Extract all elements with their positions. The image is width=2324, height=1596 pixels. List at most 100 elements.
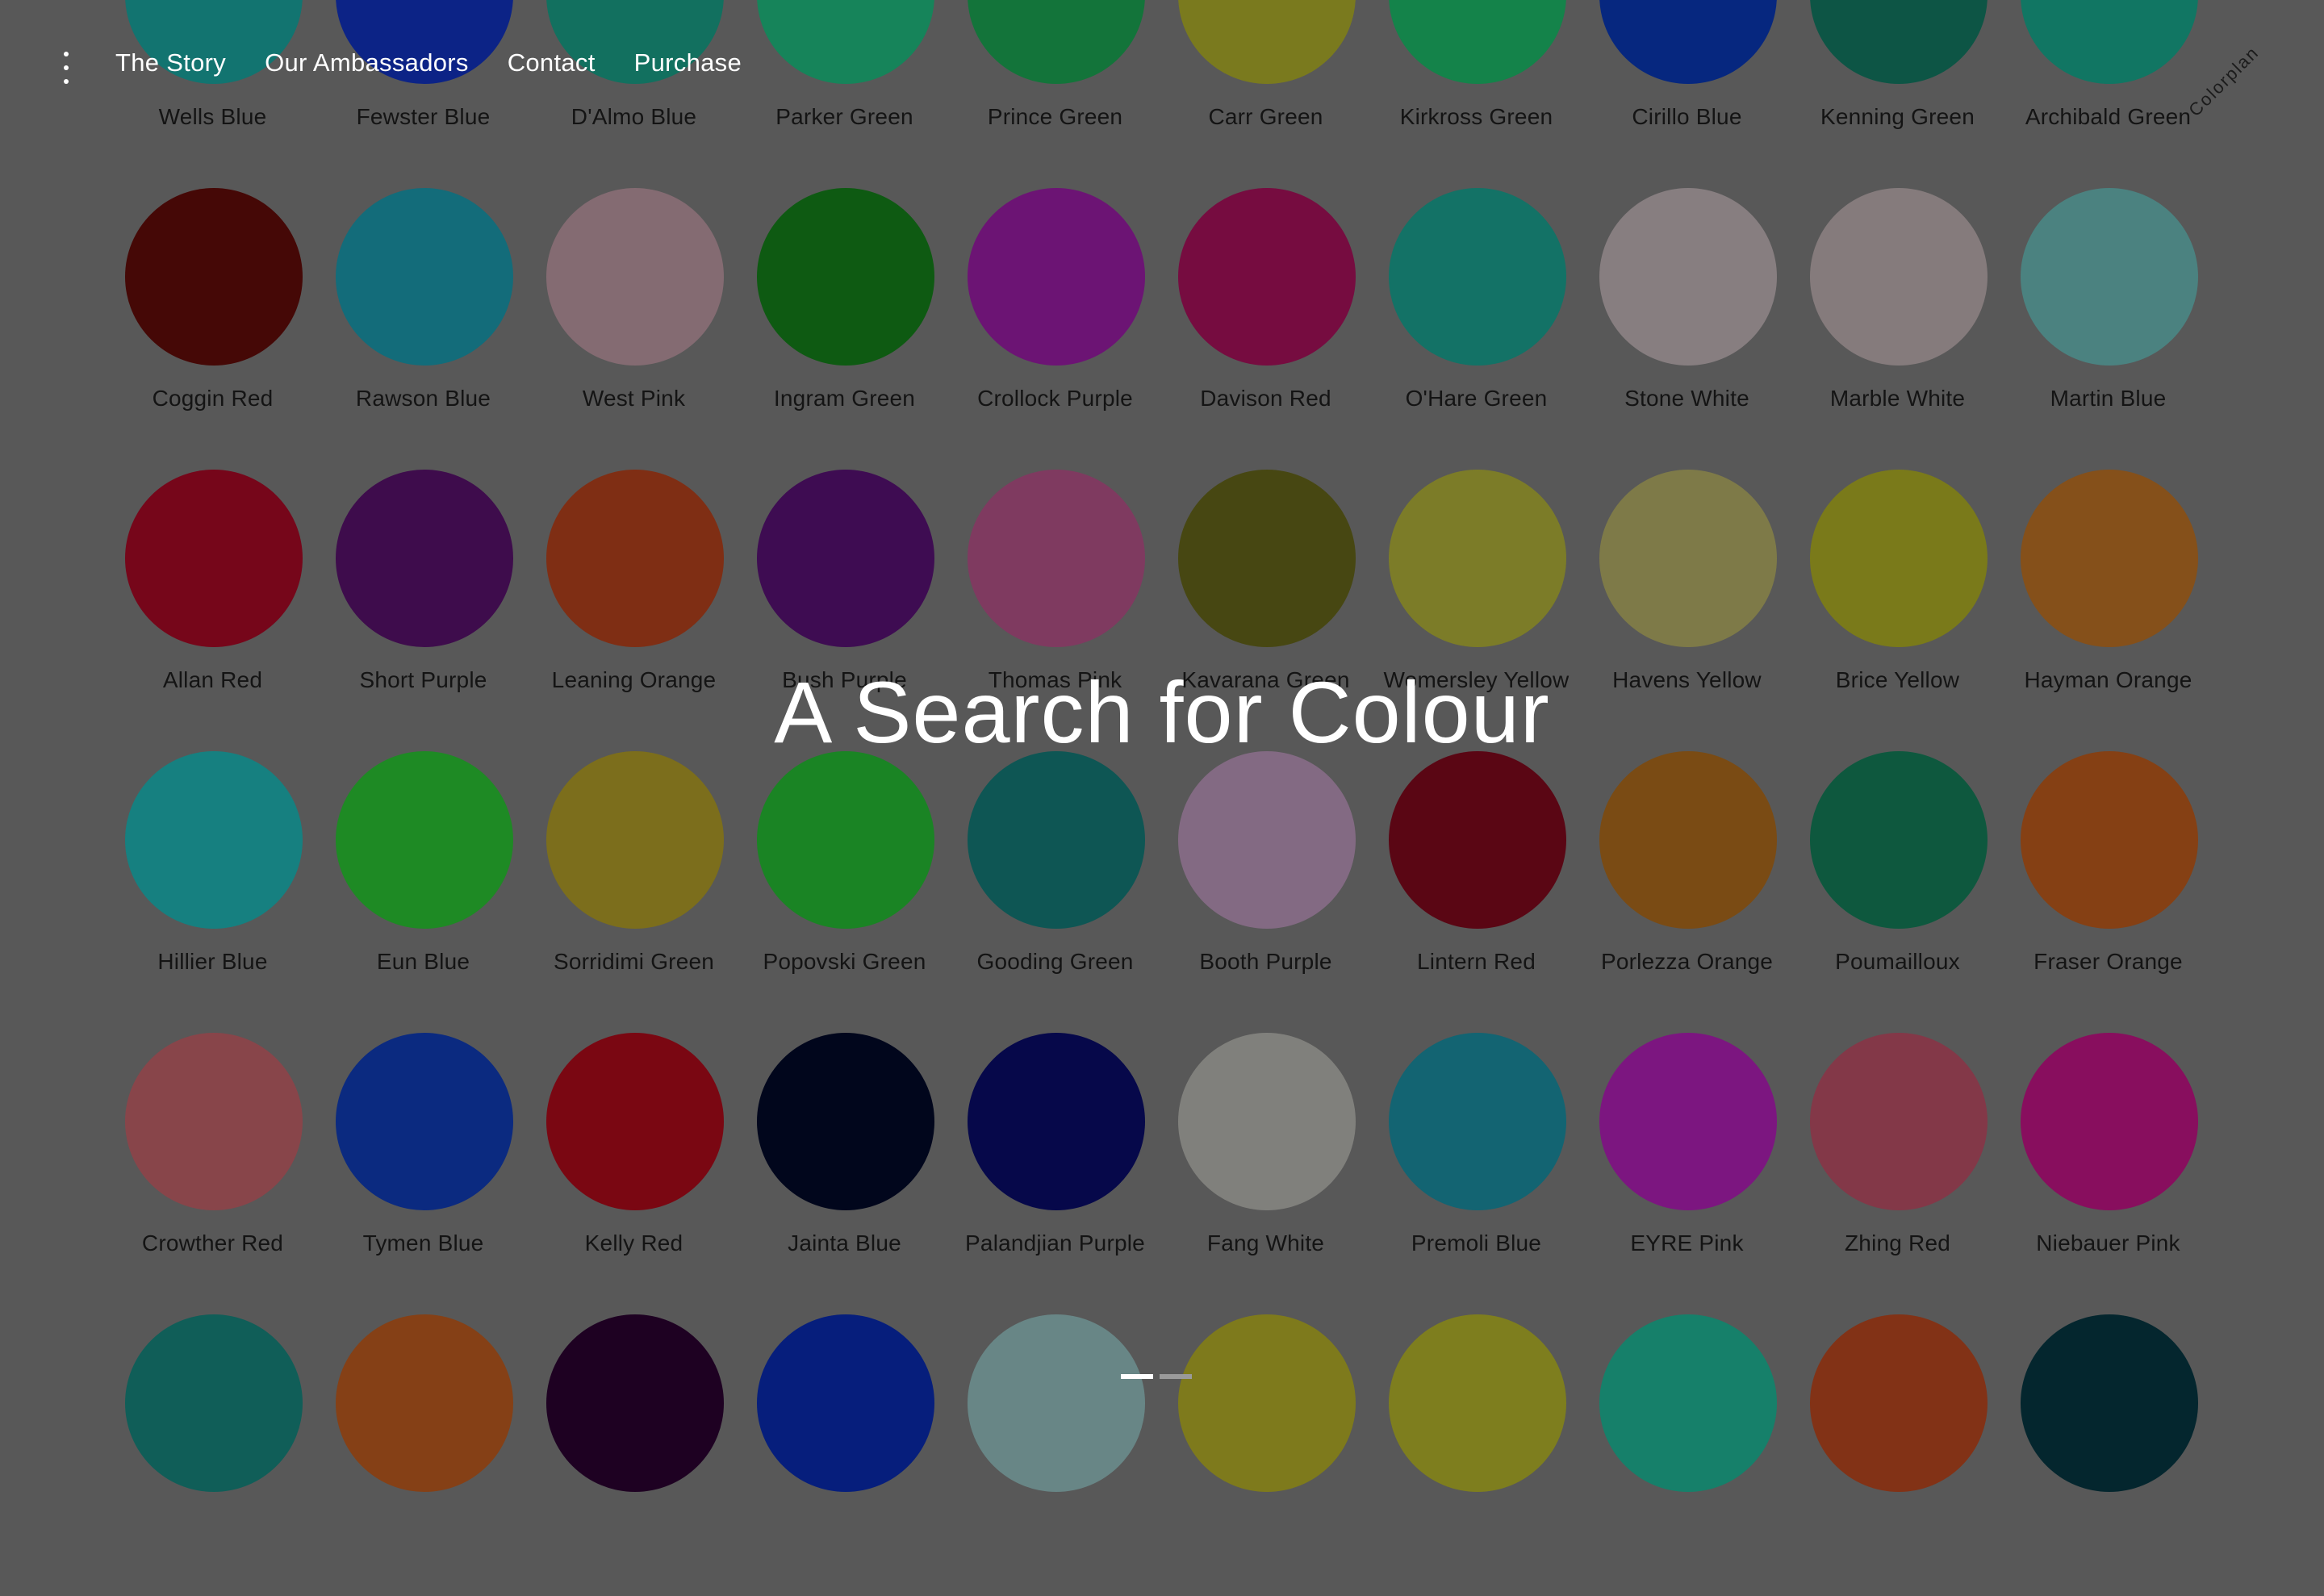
colour-circle[interactable] <box>124 1314 303 1492</box>
nav-link-the-story[interactable]: The Story <box>115 48 226 77</box>
colour-swatch[interactable]: Stone White <box>1582 188 1792 470</box>
colour-swatch[interactable]: O'Hare Green <box>1371 188 1582 470</box>
colour-swatch[interactable]: Cirillo Blue <box>1582 0 1792 188</box>
colour-circle[interactable] <box>1599 0 1777 84</box>
colour-circle[interactable] <box>2020 0 2198 84</box>
colour-circle[interactable] <box>124 1033 303 1210</box>
colour-swatch[interactable] <box>1160 1314 1371 1596</box>
colour-circle[interactable] <box>1809 0 1988 84</box>
colour-swatch[interactable]: Niebauer Pink <box>2003 1033 2213 1314</box>
colour-circle[interactable] <box>1177 0 1356 84</box>
colour-swatch[interactable]: Marble White <box>1792 188 2003 470</box>
colour-swatch[interactable]: Crowther Red <box>107 1033 318 1314</box>
colour-circle[interactable] <box>335 188 513 366</box>
colour-circle[interactable] <box>1599 470 1777 647</box>
colour-circle[interactable] <box>1809 1033 1988 1210</box>
colour-swatch[interactable]: Kelly Red <box>529 1033 739 1314</box>
colour-circle[interactable] <box>1809 751 1988 929</box>
colour-swatch[interactable]: Palandjian Purple <box>950 1033 1160 1314</box>
colour-swatch[interactable]: Davison Red <box>1160 188 1371 470</box>
colour-swatch[interactable]: Eun Blue <box>318 751 529 1033</box>
colour-swatch[interactable] <box>1792 1314 2003 1596</box>
colour-swatch[interactable] <box>107 1314 318 1596</box>
colour-circle[interactable] <box>2020 751 2198 929</box>
colour-circle[interactable] <box>756 0 934 84</box>
colour-swatch[interactable]: Porlezza Orange <box>1582 751 1792 1033</box>
colour-swatch[interactable] <box>2003 1314 2213 1596</box>
colour-circle[interactable] <box>545 1314 724 1492</box>
colour-circle[interactable] <box>1177 1033 1356 1210</box>
colour-circle[interactable] <box>545 188 724 366</box>
colour-circle[interactable] <box>756 188 934 366</box>
colour-circle[interactable] <box>756 751 934 929</box>
colour-swatch[interactable]: Prince Green <box>950 0 1160 188</box>
colour-swatch[interactable]: Popovski Green <box>739 751 950 1033</box>
colour-circle[interactable] <box>1388 1033 1566 1210</box>
colour-circle[interactable] <box>967 1314 1145 1492</box>
colour-swatch[interactable]: Lintern Red <box>1371 751 1582 1033</box>
colour-swatch[interactable] <box>318 1314 529 1596</box>
colour-circle[interactable] <box>1809 470 1988 647</box>
colour-swatch[interactable] <box>739 1314 950 1596</box>
colour-circle[interactable] <box>124 470 303 647</box>
nav-link-contact[interactable]: Contact <box>508 48 596 77</box>
colour-swatch[interactable] <box>1371 1314 1582 1596</box>
colour-swatch[interactable]: D'Almo Blue <box>529 0 739 188</box>
colour-swatch[interactable]: Carr Green <box>1160 0 1371 188</box>
colour-swatch[interactable]: Zhing Red <box>1792 1033 2003 1314</box>
colour-circle[interactable] <box>124 188 303 366</box>
colour-circle[interactable] <box>756 470 934 647</box>
colour-circle[interactable] <box>1177 751 1356 929</box>
colour-circle[interactable] <box>1599 1033 1777 1210</box>
colour-swatch[interactable]: Archibald Green <box>2003 0 2213 188</box>
colour-swatch[interactable]: Wells Blue <box>107 0 318 188</box>
colour-circle[interactable] <box>756 1033 934 1210</box>
colour-swatch[interactable]: Parker Green <box>739 0 950 188</box>
colour-circle[interactable] <box>2020 188 2198 366</box>
colour-circle[interactable] <box>1177 1314 1356 1492</box>
colour-swatch[interactable]: Jainta Blue <box>739 1033 950 1314</box>
colour-circle[interactable] <box>756 1314 934 1492</box>
colour-circle[interactable] <box>1388 1314 1566 1492</box>
colour-circle[interactable] <box>1177 188 1356 366</box>
colour-swatch[interactable] <box>529 1314 739 1596</box>
colour-swatch[interactable]: Premoli Blue <box>1371 1033 1582 1314</box>
colour-swatch[interactable]: Hillier Blue <box>107 751 318 1033</box>
colour-circle[interactable] <box>967 751 1145 929</box>
colour-swatch[interactable]: Rawson Blue <box>318 188 529 470</box>
colour-swatch[interactable]: Gooding Green <box>950 751 1160 1033</box>
colour-circle[interactable] <box>335 1033 513 1210</box>
colour-circle[interactable] <box>2020 470 2198 647</box>
colour-swatch[interactable]: Ingram Green <box>739 188 950 470</box>
colour-swatch[interactable]: Tymen Blue <box>318 1033 529 1314</box>
colour-swatch[interactable] <box>1582 1314 1792 1596</box>
colour-circle[interactable] <box>1599 1314 1777 1492</box>
colour-swatch[interactable]: Coggin Red <box>107 188 318 470</box>
colour-circle[interactable] <box>335 470 513 647</box>
colour-circle[interactable] <box>335 1314 513 1492</box>
colour-swatch[interactable]: Fang White <box>1160 1033 1371 1314</box>
colour-circle[interactable] <box>967 470 1145 647</box>
nav-link-our-ambassadors[interactable]: Our Ambassadors <box>265 48 469 77</box>
colour-swatch[interactable]: Crollock Purple <box>950 188 1160 470</box>
colour-circle[interactable] <box>1809 188 1988 366</box>
colour-circle[interactable] <box>1388 751 1566 929</box>
colour-swatch[interactable]: Fewster Blue <box>318 0 529 188</box>
colour-circle[interactable] <box>2020 1033 2198 1210</box>
colour-swatch[interactable]: West Pink <box>529 188 739 470</box>
colour-circle[interactable] <box>1599 188 1777 366</box>
colour-circle[interactable] <box>1388 0 1566 84</box>
colour-circle[interactable] <box>967 1033 1145 1210</box>
colour-swatch[interactable]: Kirkross Green <box>1371 0 1582 188</box>
colour-circle[interactable] <box>545 1033 724 1210</box>
colour-circle[interactable] <box>335 751 513 929</box>
colour-swatch[interactable]: Booth Purple <box>1160 751 1371 1033</box>
colour-circle[interactable] <box>1388 470 1566 647</box>
colour-circle[interactable] <box>545 751 724 929</box>
colour-circle[interactable] <box>1388 188 1566 366</box>
colour-swatch[interactable]: Kenning Green <box>1792 0 2003 188</box>
colour-circle[interactable] <box>967 0 1145 84</box>
colour-swatch[interactable]: Martin Blue <box>2003 188 2213 470</box>
colour-circle[interactable] <box>124 751 303 929</box>
menu-icon[interactable] <box>56 52 76 84</box>
